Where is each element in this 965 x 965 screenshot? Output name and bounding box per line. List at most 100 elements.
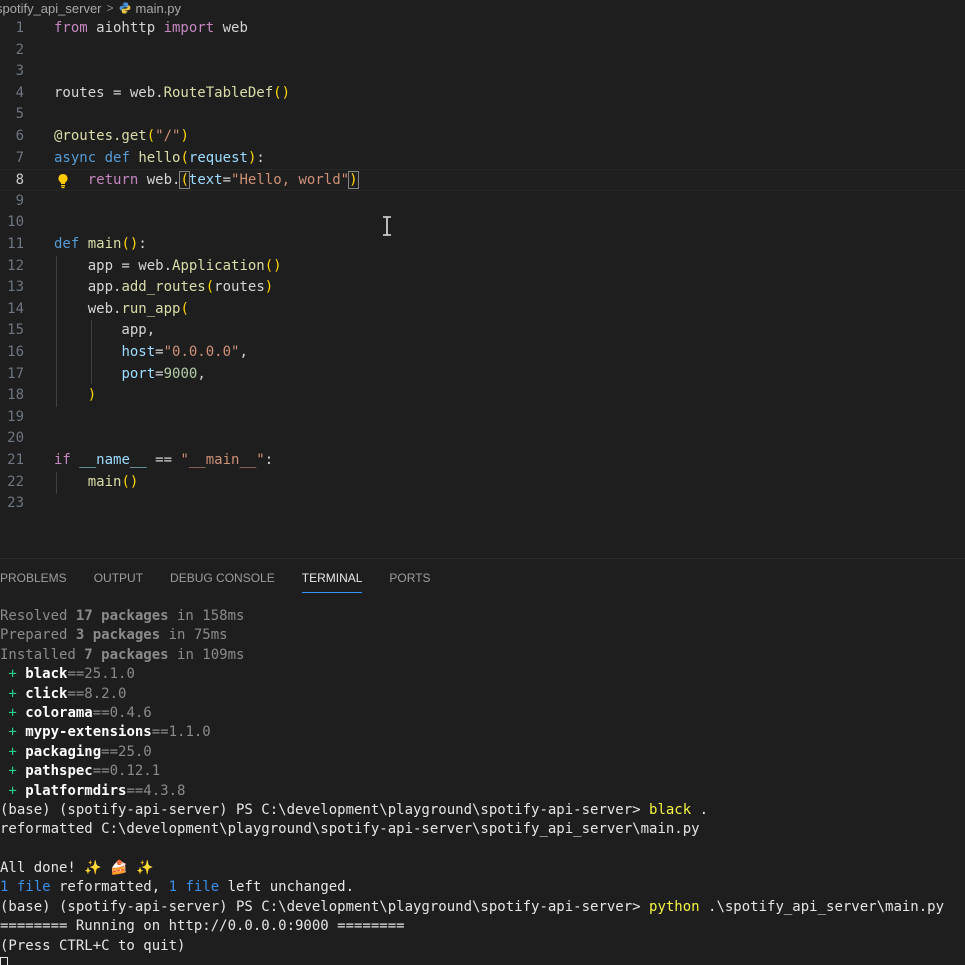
code-token: @routes.get xyxy=(54,128,147,144)
tab-terminal[interactable]: TERMINAL xyxy=(301,571,363,593)
code-line[interactable]: 6 @routes.get("/") xyxy=(0,126,965,148)
terminal-line: Resolved 17 packages in 158ms xyxy=(0,607,965,626)
terminal-text: in 109ms xyxy=(168,646,245,663)
code-token: __name__ xyxy=(79,452,147,468)
code-line[interactable]: 2 xyxy=(0,40,965,62)
code-line[interactable]: 16 host="0.0.0.0", xyxy=(0,342,965,364)
code-token: ( xyxy=(146,128,156,144)
code-token: "/" xyxy=(155,128,181,144)
code-token: app. xyxy=(54,279,122,296)
terminal-line: + packaging==25.0 xyxy=(0,743,965,762)
code-line[interactable]: 17 port=9000, xyxy=(0,364,965,386)
code-line[interactable]: 11 def main(): xyxy=(0,234,965,256)
terminal-text: + xyxy=(0,782,26,799)
code-text: routes = web.RouteTableDef() xyxy=(54,83,290,105)
terminal-line: + click==8.2.0 xyxy=(0,685,965,704)
tab-ports[interactable]: PORTS xyxy=(389,571,430,593)
code-token: hello xyxy=(138,149,181,166)
terminal-text: . xyxy=(691,801,709,818)
line-number: 9 xyxy=(15,192,24,209)
terminal-line: + mypy-extensions==1.1.0 xyxy=(0,723,965,742)
code-line[interactable]: 13 app.add_routes(routes) xyxy=(0,277,965,299)
terminal-text: colorama xyxy=(25,704,93,721)
terminal-line: (base) (spotify-api-server) PS C:\develo… xyxy=(0,898,965,917)
terminal-line xyxy=(0,956,965,965)
terminal-text: + xyxy=(0,724,26,741)
code-text: if __name__ == "__main__": xyxy=(54,450,273,472)
code-token: : xyxy=(264,452,274,468)
code-text: app, xyxy=(54,320,155,342)
code-token: async xyxy=(54,149,97,166)
terminal-text: python xyxy=(649,898,700,915)
tab-debug-console[interactable]: DEBUG CONSOLE xyxy=(170,571,275,593)
code-line[interactable]: 5 xyxy=(0,104,965,126)
code-line[interactable]: 18 ) xyxy=(0,385,965,407)
terminal-text: 3 packages xyxy=(75,627,161,644)
code-line[interactable]: 20 xyxy=(0,428,965,450)
code-line[interactable]: 22 main() xyxy=(0,472,965,494)
code-token: == xyxy=(146,452,181,468)
code-line[interactable]: 10 xyxy=(0,212,965,234)
code-text: from aiohttp import web xyxy=(54,18,248,40)
terminal-text: + xyxy=(0,685,26,702)
terminal-text: Prepared xyxy=(0,627,76,644)
code-line[interactable]: 14 web.run_app( xyxy=(0,299,965,321)
code-token: ) xyxy=(348,171,359,190)
code-line[interactable]: 3 xyxy=(0,61,965,83)
line-number: 16 xyxy=(7,344,24,360)
code-token: "__main__" xyxy=(180,452,265,468)
breadcrumb-folder[interactable]: spotify_api_server xyxy=(0,1,102,16)
code-token: host xyxy=(121,344,156,360)
tab-output[interactable]: OUTPUT xyxy=(94,571,143,593)
line-number: 23 xyxy=(7,495,24,512)
terminal-text: Resolved xyxy=(0,608,76,624)
code-token: aiohttp xyxy=(87,20,164,36)
panel-tabs: PROBLEMS OUTPUT DEBUG CONSOLE TERMINAL PORTS xyxy=(0,571,458,593)
terminal-line: 1 file reformatted, 1 file left unchange… xyxy=(0,878,965,897)
code-line[interactable]: 19 xyxy=(0,407,965,429)
code-editor[interactable]: 1 from aiohttp import web 2 3 4 routes = web.… xyxy=(0,18,965,556)
terminal-line: (base) (spotify-api-server) PS C:\develo… xyxy=(0,801,965,820)
code-line[interactable]: 8 return web.(text="Hello, world") xyxy=(0,169,965,191)
line-number: 11 xyxy=(7,236,24,252)
terminal-text: 1 file xyxy=(0,879,51,896)
code-token: routes = web. xyxy=(54,84,164,101)
code-line[interactable]: 21 if __name__ == "__main__": xyxy=(0,450,965,472)
tab-problems[interactable]: PROBLEMS xyxy=(0,571,67,593)
line-number: 4 xyxy=(15,84,24,101)
code-token: () xyxy=(121,236,139,252)
lightbulb-icon[interactable] xyxy=(56,173,70,189)
line-number: 17 xyxy=(7,365,24,382)
code-line[interactable]: 1 from aiohttp import web xyxy=(0,18,965,40)
terminal-output[interactable]: Resolved 17 packages in 158ms Prepared 3 … xyxy=(0,607,965,965)
line-number: 19 xyxy=(7,408,24,425)
code-line[interactable]: 4 routes = web.RouteTableDef() xyxy=(0,83,965,105)
code-line[interactable]: 15 app, xyxy=(0,320,965,342)
line-number: 14 xyxy=(7,300,24,317)
code-line[interactable]: 23 xyxy=(0,493,965,515)
breadcrumb-file[interactable]: main.py xyxy=(136,1,182,16)
terminal-text: 17 packages xyxy=(75,608,169,624)
code-token: , xyxy=(239,344,248,360)
line-number: 8 xyxy=(15,172,24,189)
code-line[interactable]: 12 app = web.Application() xyxy=(0,256,965,278)
code-token: () xyxy=(264,257,282,274)
code-token: , xyxy=(197,365,206,382)
code-line[interactable]: 7 async def hello(request): xyxy=(0,148,965,170)
code-text: return web.(text="Hello, world") xyxy=(54,170,359,192)
code-line[interactable]: 9 xyxy=(0,191,965,213)
terminal-text: mypy-extensions xyxy=(25,724,152,741)
terminal-text: + xyxy=(0,743,26,760)
terminal-line: Prepared 3 packages in 75ms xyxy=(0,626,965,645)
code-text: web.run_app( xyxy=(54,299,189,321)
terminal-text: 7 packages xyxy=(84,646,169,663)
code-token: ) xyxy=(87,387,97,404)
terminal-line: + black==25.1.0 xyxy=(0,665,965,684)
line-number: 22 xyxy=(7,473,24,490)
code-token: def xyxy=(54,236,80,252)
code-token: run_app xyxy=(121,300,181,317)
terminal-text: ==25.0 xyxy=(101,743,152,760)
